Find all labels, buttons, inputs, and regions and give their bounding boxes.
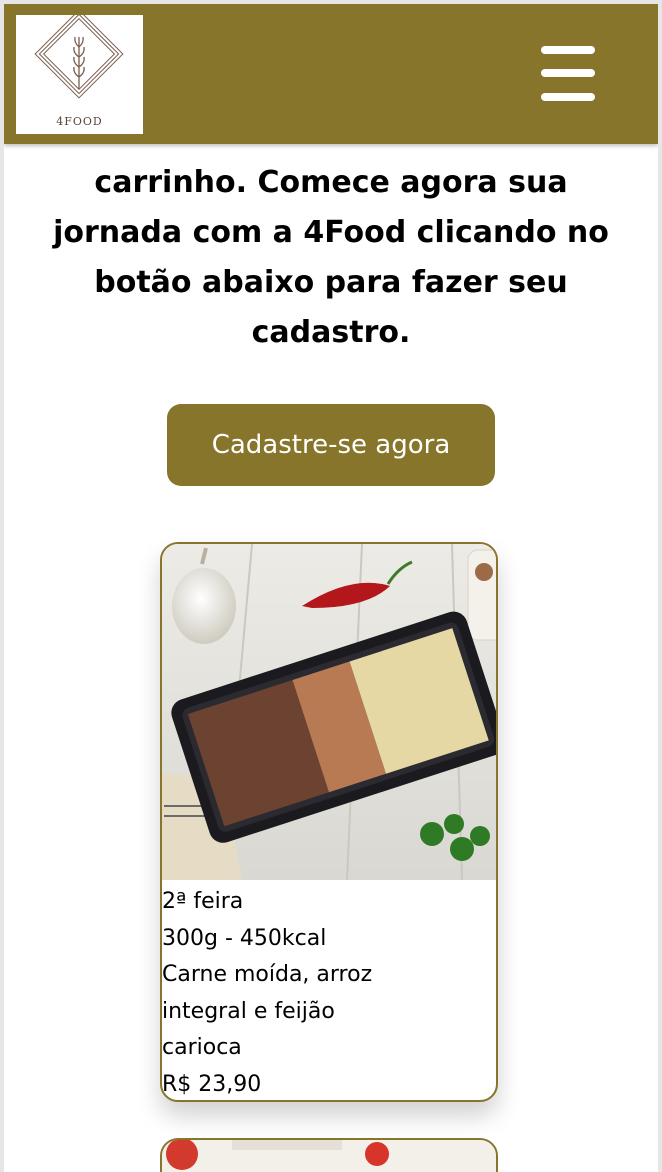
logo[interactable]: 4FOOD [16, 9, 143, 134]
top-header: 4FOOD [4, 4, 658, 144]
meal-nutrition: 300g - 450kcal [162, 925, 327, 951]
meal-description-line: Carne moída, arroz [162, 962, 373, 987]
menu-bar-bottom [541, 93, 595, 101]
logo-text: 4FOOD [56, 115, 103, 128]
meal-description-line: integral e feijão [162, 998, 335, 1024]
menu-bar-top [541, 46, 595, 54]
meal-card-details: 2ª feira 300g - 450kcal Carne moída, arr… [162, 884, 482, 1100]
signup-button[interactable]: Cadastre-se agora [167, 404, 495, 486]
intro-text: carrinho. Comece agora sua jornada com a… [53, 165, 609, 350]
menu-bar-middle [541, 69, 595, 77]
meal-day: 2ª feira [162, 889, 244, 914]
hamburger-menu-icon[interactable] [538, 40, 598, 106]
meal-card[interactable] [160, 1138, 498, 1172]
meal-photo [162, 1140, 496, 1172]
meal-card[interactable]: 2ª feira 300g - 450kcal Carne moída, arr… [160, 542, 498, 1102]
meal-description-line: carioca [162, 1035, 242, 1060]
meal-tray-photo [162, 544, 496, 880]
page-frame: 4FOOD carrinho. Comece agora sua jornada… [0, 0, 662, 1172]
meal-price: R$ 23,90 [162, 1071, 262, 1097]
